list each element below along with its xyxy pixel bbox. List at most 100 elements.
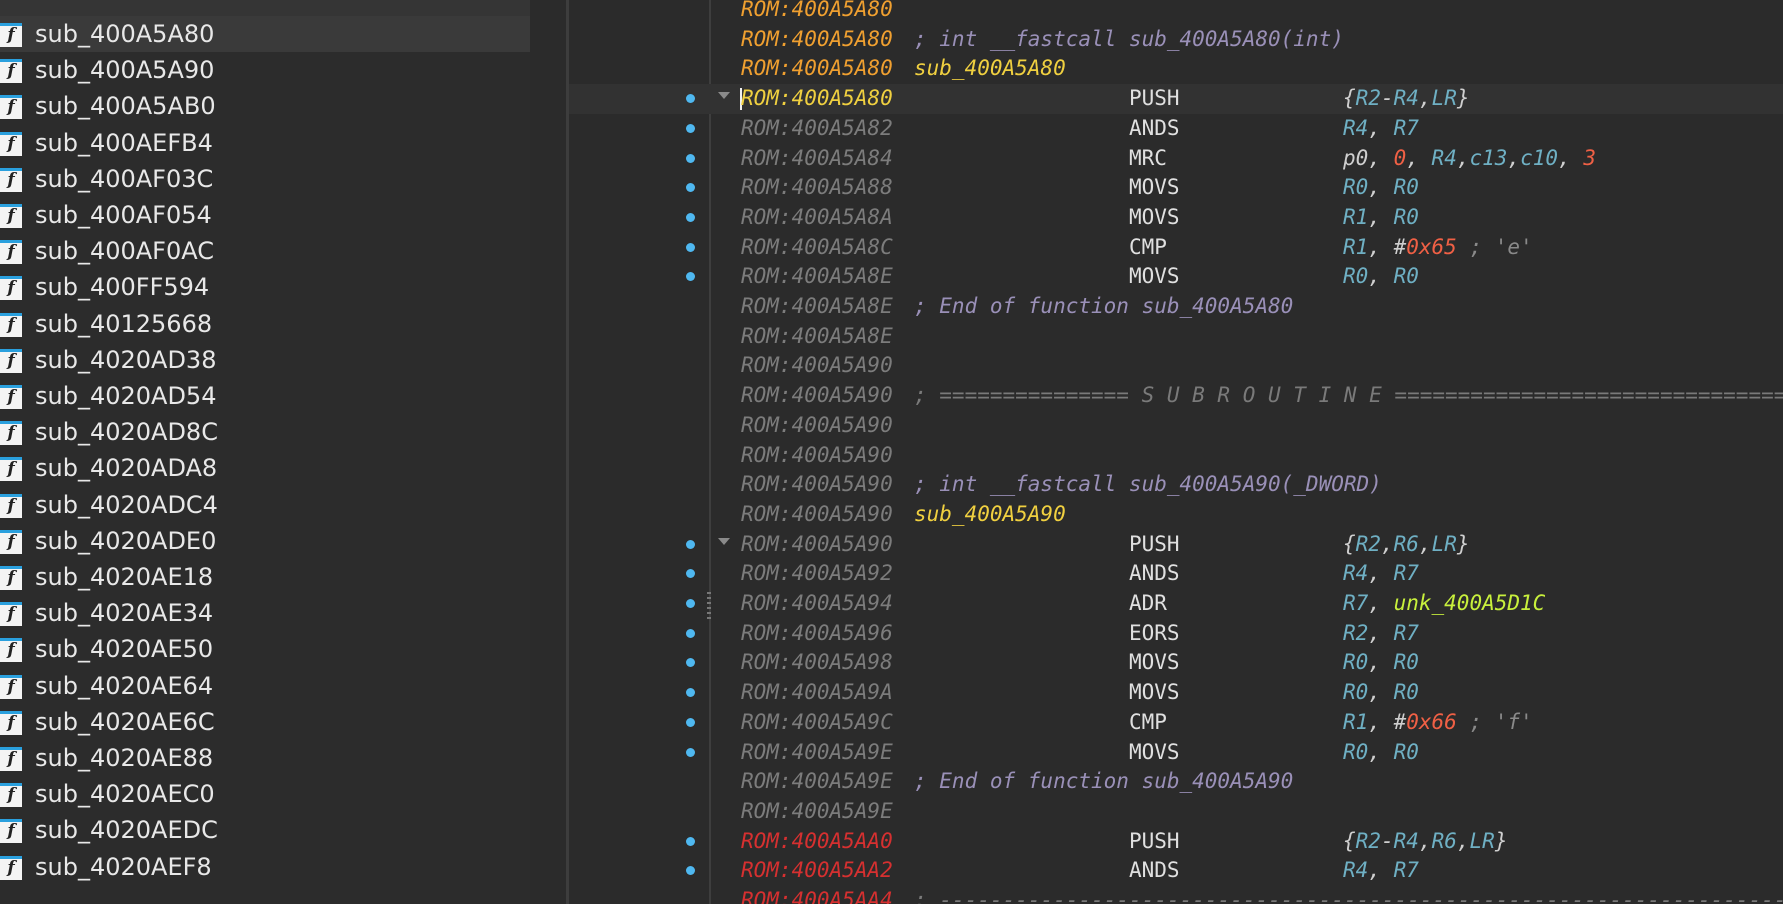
disasm-line[interactable]: ROM:400A5A8C CMP R1, #0x65 ; 'e' (569, 233, 1783, 263)
disasm-line[interactable]: ROM:400A5A9E (569, 797, 1783, 827)
disasm-line[interactable]: ROM:400A5A8E ; End of function sub_400A5A… (569, 292, 1783, 322)
operand-char: ; 'e' (1456, 234, 1533, 259)
function-list-item[interactable]: f sub_4020AE50 (0, 631, 530, 667)
function-list-item[interactable]: f sub_40125668 (0, 306, 530, 342)
disasm-line[interactable]: ROM:400A5A9C CMP R1, #0x66 ; 'f' (569, 708, 1783, 738)
disasm-line[interactable]: ROM:400A5A8A MOVS R1, R0 (569, 203, 1783, 233)
line-address: ROM:400A5A9A (741, 680, 893, 705)
operand-punct: , (1418, 531, 1432, 556)
function-list-item[interactable]: f sub_4020ADA8 (0, 450, 530, 486)
operand-reg: R4 (1431, 145, 1457, 170)
breakpoint-dot-icon[interactable] (686, 94, 695, 104)
disasm-line[interactable]: ROM:400A5A90 sub_400A5A90 (569, 500, 1783, 530)
function-list-item[interactable]: f sub_4020AE34 (0, 595, 530, 631)
breakpoint-dot-icon[interactable] (686, 123, 695, 133)
operand-sym[interactable]: unk_400A5D1C (1394, 591, 1546, 615)
breakpoint-dot-icon[interactable] (686, 628, 695, 638)
breakpoint-dot-icon[interactable] (686, 688, 695, 698)
function-list-item[interactable]: f sub_400A5A90 (0, 52, 530, 88)
function-list-item[interactable]: f sub_4020ADC4 (0, 487, 530, 523)
instruction-mnemonic: MOVS (1129, 204, 1180, 229)
function-list-item[interactable]: f sub_400A5A80 (0, 16, 530, 52)
disasm-line[interactable]: ROM:400A5A8E (569, 322, 1783, 352)
disasm-line[interactable]: ROM:400A5A98 MOVS R0, R0 (569, 648, 1783, 678)
breakpoint-dot-icon[interactable] (686, 658, 695, 668)
function-list-item[interactable]: f sub_400AF054 (0, 197, 530, 233)
line-address: ROM:400A5A80 (741, 26, 893, 51)
breakpoint-dot-icon[interactable] (686, 836, 695, 846)
disassembly-view[interactable]: ROM:400A5A80 ROM:400A5A80 ; int __fastcall… (569, 0, 1783, 904)
line-address: ROM:400A5A96 (741, 620, 893, 645)
line-address: ROM:400A5A90 (741, 442, 893, 467)
disasm-line[interactable]: ROM:400A5A80 PUSH {R2-R4,LR} (569, 84, 1783, 114)
function-label[interactable]: sub_400A5A80 (914, 54, 1066, 84)
function-list-item[interactable]: f sub_4020AE64 (0, 668, 530, 704)
disasm-line[interactable]: ROM:400A5AA0 PUSH {R2-R4,R6,LR} (569, 827, 1783, 857)
breakpoint-dot-icon[interactable] (686, 212, 695, 222)
instruction-operands: R1, #0x65 ; 'e' (1343, 233, 1533, 263)
function-list-item[interactable]: f sub_4020AD38 (0, 342, 530, 378)
line-address: ROM:400A5A9C (741, 709, 893, 734)
disasm-line[interactable]: ROM:400A5A80 (569, 0, 1783, 25)
operand-punct: , (1380, 531, 1394, 556)
breakpoint-dot-icon[interactable] (686, 272, 695, 282)
function-list-item[interactable]: f sub_4020AE88 (0, 740, 530, 776)
breakpoint-dot-icon[interactable] (686, 242, 695, 252)
operand-reg: R4 (1393, 828, 1419, 853)
function-list-item[interactable]: f sub_4020AE18 (0, 559, 530, 595)
function-list-item[interactable]: f sub_4020AEC0 (0, 776, 530, 812)
function-list-item[interactable]: f sub_400FF594 (0, 269, 530, 305)
breakpoint-dot-icon[interactable] (686, 717, 695, 727)
function-list-item[interactable]: f sub_400A5AB0 (0, 88, 530, 124)
breakpoint-dot-icon[interactable] (686, 153, 695, 163)
disasm-line[interactable]: ROM:400A5A80 sub_400A5A80 (569, 54, 1783, 84)
disasm-line[interactable]: ROM:400A5A88 MOVS R0, R0 (569, 173, 1783, 203)
breakpoint-dot-icon[interactable] (686, 539, 695, 549)
disasm-line[interactable]: ROM:400A5A9E MOVS R0, R0 (569, 738, 1783, 768)
function-list-item[interactable]: f sub_400AEFB4 (0, 125, 530, 161)
function-list-item[interactable]: f sub_400AF03C (0, 161, 530, 197)
instruction-operands: R1, R0 (1343, 203, 1419, 233)
line-address: ROM:400A5A90 (741, 383, 893, 408)
function-list-item[interactable]: f sub_4020AEDC (0, 812, 530, 848)
disasm-line[interactable]: ROM:400A5A8E MOVS R0, R0 (569, 262, 1783, 292)
function-name: sub_400AF054 (35, 201, 212, 229)
disasm-line[interactable]: ROM:400A5A9A MOVS R0, R0 (569, 678, 1783, 708)
disasm-line[interactable]: ROM:400A5AA2 ANDS R4, R7 (569, 856, 1783, 886)
collapse-chevron-icon[interactable] (718, 92, 730, 100)
disasm-line[interactable]: ROM:400A5AA4 ; --------------------------… (569, 886, 1783, 904)
function-list-item[interactable]: f sub_4020AD54 (0, 378, 530, 414)
disasm-line[interactable]: ROM:400A5A9E ; End of function sub_400A5A… (569, 767, 1783, 797)
disasm-line[interactable]: ROM:400A5A90 (569, 441, 1783, 471)
comment: ; End of function sub_400A5A90 (914, 769, 1294, 794)
function-name: sub_400AEFB4 (35, 128, 213, 157)
disasm-line[interactable]: ROM:400A5A90 PUSH {R2,R6,LR} (569, 530, 1783, 560)
function-list-item[interactable]: f sub_400AF0AC (0, 233, 530, 269)
breakpoint-dot-icon[interactable] (686, 599, 695, 608)
breakpoint-dot-icon[interactable] (686, 866, 695, 876)
disasm-line[interactable]: ROM:400A5A94 ADR R7, unk_400A5D1C (569, 589, 1783, 619)
disasm-line[interactable]: ROM:400A5A96 EORS R2, R7 (569, 619, 1783, 649)
function-list-item[interactable]: f sub_4020AE6C (0, 704, 530, 740)
disasm-line[interactable]: ROM:400A5A84 MRC p0, 0, R4,c13,c10, 3 (569, 144, 1783, 174)
function-list-item[interactable]: f sub_4020AEF8 (0, 849, 530, 885)
function-list-item[interactable]: f sub_4020AD8C (0, 414, 530, 450)
function-list-item[interactable]: f sub_4020ADE0 (0, 523, 530, 559)
instruction-operands: {R2-R4,R6,LR} (1343, 827, 1507, 857)
collapse-chevron-icon[interactable] (718, 537, 730, 545)
disasm-line[interactable]: ROM:400A5A90 (569, 411, 1783, 441)
disasm-line[interactable]: ROM:400A5A80 ; int __fastcall sub_400A5A8… (569, 25, 1783, 55)
breakpoint-dot-icon[interactable] (686, 569, 695, 579)
disasm-line[interactable]: ROM:400A5A90 ; =============== S U B R O … (569, 381, 1783, 411)
breakpoint-dot-icon[interactable] (686, 747, 695, 757)
function-label[interactable]: sub_400A5A90 (914, 500, 1066, 530)
disasm-line[interactable]: ROM:400A5A92 ANDS R4, R7 (569, 559, 1783, 589)
line-address: ROM:400A5A98 (741, 650, 893, 675)
disasm-line[interactable]: ROM:400A5A82 ANDS R4, R7 (569, 114, 1783, 144)
function-icon: f (0, 566, 22, 590)
gutter-grip[interactable] (707, 592, 711, 622)
disasm-line[interactable]: ROM:400A5A90 (569, 351, 1783, 381)
instruction-operands: R4, R7 (1343, 559, 1419, 589)
breakpoint-dot-icon[interactable] (686, 183, 695, 193)
disasm-line[interactable]: ROM:400A5A90 ; int __fastcall sub_400A5A9… (569, 470, 1783, 500)
